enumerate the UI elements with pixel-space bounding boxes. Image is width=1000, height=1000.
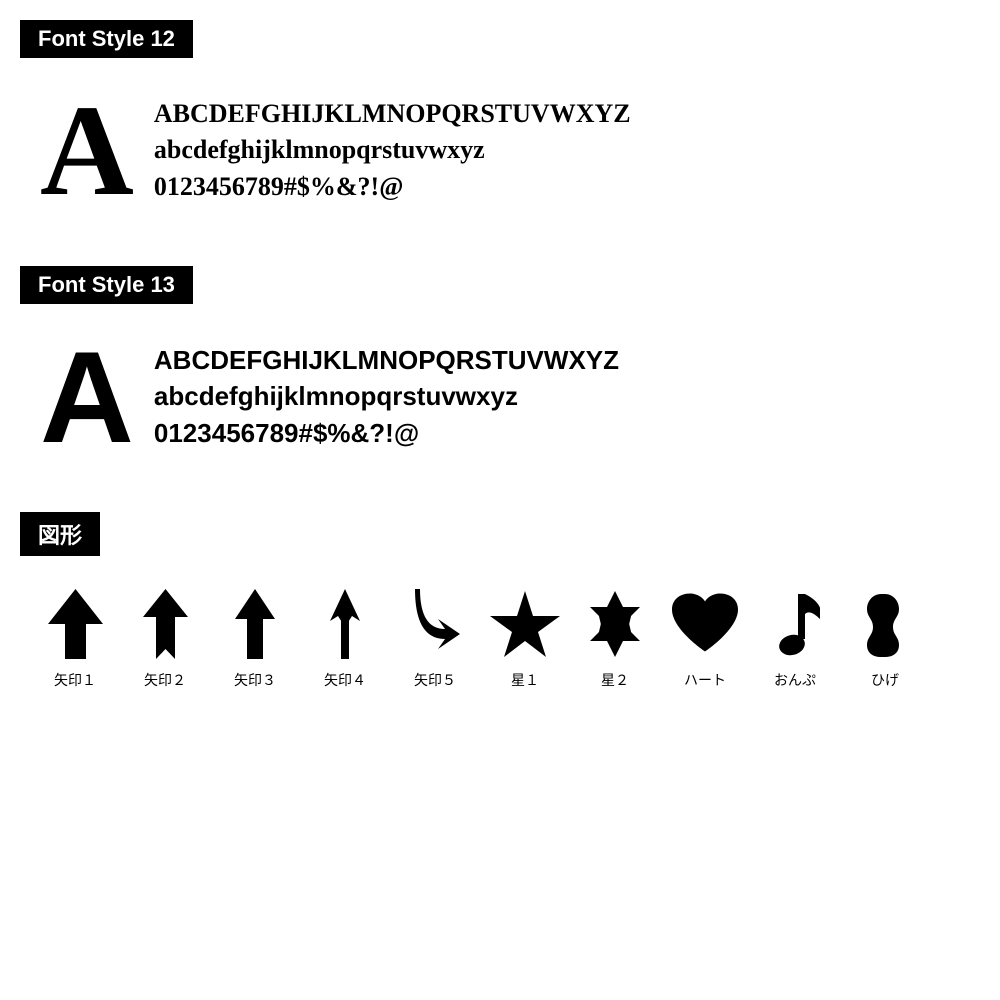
font-style-13-header: Font Style 13 — [20, 266, 193, 304]
star1-label: 星１ — [511, 670, 539, 690]
shape-item-arrow3: 矢印３ — [210, 584, 300, 690]
font-style-12-line-2: abcdefghijklmnopqrstuvwxyz — [154, 132, 631, 168]
font-style-12-section: Font Style 12 A ABCDEFGHIJKLMNOPQRSTUVWX… — [20, 20, 980, 236]
shape-item-arrow4: 矢印４ — [300, 584, 390, 690]
font-style-12-line-1: ABCDEFGHIJKLMNOPQRSTUVWXYZ — [154, 96, 631, 132]
shape-item-mustache: ひげ — [840, 584, 930, 690]
mustache-icon — [850, 584, 920, 664]
arrow4-icon — [310, 584, 380, 664]
arrow1-icon — [40, 584, 110, 664]
font-style-12-header: Font Style 12 — [20, 20, 193, 58]
shapes-grid: 矢印１ 矢印２ 矢印３ — [20, 574, 980, 700]
shape-item-arrow5: 矢印５ — [390, 584, 480, 690]
heart-label: ハート — [684, 670, 726, 690]
shape-item-arrow1: 矢印１ — [30, 584, 120, 690]
arrow5-label: 矢印５ — [414, 670, 456, 690]
shape-item-star1: 星１ — [480, 584, 570, 690]
arrow3-icon — [220, 584, 290, 664]
mustache-label: ひげ — [871, 670, 899, 690]
arrow5-icon — [400, 584, 470, 664]
font-style-12-line-3: 0123456789#$%&?!@ — [154, 169, 631, 205]
font-style-13-char-lines: ABCDEFGHIJKLMNOPQRSTUVWXYZ abcdefghijklm… — [154, 332, 619, 451]
music-label: おんぷ — [774, 670, 816, 690]
shape-item-heart: ハート — [660, 584, 750, 690]
font-style-12-big-letter: A — [40, 86, 134, 216]
music-icon — [760, 584, 830, 664]
arrow2-label: 矢印２ — [144, 670, 186, 690]
font-style-13-big-letter: A — [40, 332, 134, 462]
star2-label: 星２ — [601, 670, 629, 690]
arrow1-label: 矢印１ — [54, 670, 96, 690]
shape-item-star2: 星２ — [570, 584, 660, 690]
star1-icon — [490, 584, 560, 664]
font-style-13-line-2: abcdefghijklmnopqrstuvwxyz — [154, 378, 619, 414]
font-style-12-char-lines: ABCDEFGHIJKLMNOPQRSTUVWXYZ abcdefghijklm… — [154, 86, 631, 205]
font-style-13-line-3: 0123456789#$%&?!@ — [154, 415, 619, 451]
arrow3-label: 矢印３ — [234, 670, 276, 690]
shape-item-arrow2: 矢印２ — [120, 584, 210, 690]
star2-icon — [580, 584, 650, 664]
shape-item-music: おんぷ — [750, 584, 840, 690]
heart-icon — [670, 584, 740, 664]
shapes-section: 図形 矢印１ 矢印２ — [20, 512, 980, 700]
arrow2-icon — [130, 584, 200, 664]
shapes-header: 図形 — [20, 512, 100, 556]
font-style-13-section: Font Style 13 A ABCDEFGHIJKLMNOPQRSTUVWX… — [20, 266, 980, 482]
arrow4-label: 矢印４ — [324, 670, 366, 690]
font-style-13-line-1: ABCDEFGHIJKLMNOPQRSTUVWXYZ — [154, 342, 619, 378]
